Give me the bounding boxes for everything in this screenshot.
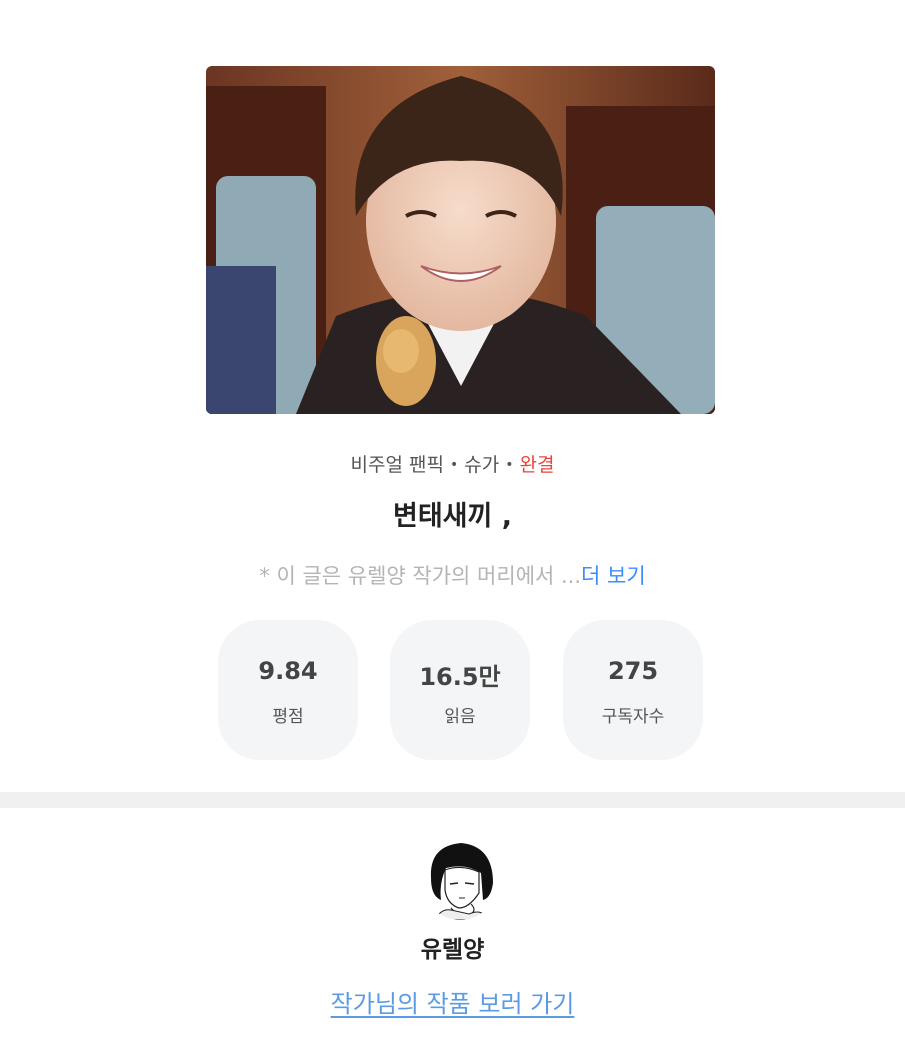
stat-label: 평점 (272, 707, 304, 727)
more-link[interactable]: 더 보기 (581, 564, 646, 588)
section-divider (0, 792, 905, 808)
stat-value: 9.84 (258, 657, 318, 685)
novel-detail-page: 비주얼 팬픽 • 슈가 • 완결 변태새끼 , * 이 글은 유렐양 작가의 머리에서 … (0, 0, 905, 1051)
stat-value: 16.5만 (419, 663, 501, 691)
stat-label: 읽음 (444, 707, 476, 727)
status-badge: 완결 (519, 454, 555, 476)
author-avatar[interactable] (421, 838, 499, 920)
novel-title: 변태새끼 , (392, 501, 513, 532)
novel-meta-line: 비주얼 팬픽 • 슈가 • 완결 (0, 450, 905, 477)
cover-image (206, 66, 715, 414)
description-text: * 이 글은 유렐양 작가의 머리에서 ... (259, 564, 582, 588)
character-label: 슈가 (464, 454, 500, 476)
stat-rating: 9.84 평점 (218, 620, 358, 760)
author-name: 유렐양 (420, 937, 485, 963)
category-label: 비주얼 팬픽 (350, 454, 444, 476)
novel-description: * 이 글은 유렐양 작가의 머리에서 ...더 보기 (0, 560, 905, 590)
separator-dot: • (505, 457, 514, 473)
author-works-link[interactable]: 작가님의 작품 보러 가기 (0, 984, 905, 1019)
stats-row: 9.84 평점 16.5만 읽음 275 구독자수 (0, 620, 905, 760)
stat-label: 구독자수 (601, 707, 665, 727)
stat-reads: 16.5만 읽음 (390, 620, 530, 760)
separator-dot: • (449, 457, 459, 473)
stat-subscribers: 275 구독자수 (563, 620, 703, 760)
stat-value: 275 (607, 657, 659, 685)
